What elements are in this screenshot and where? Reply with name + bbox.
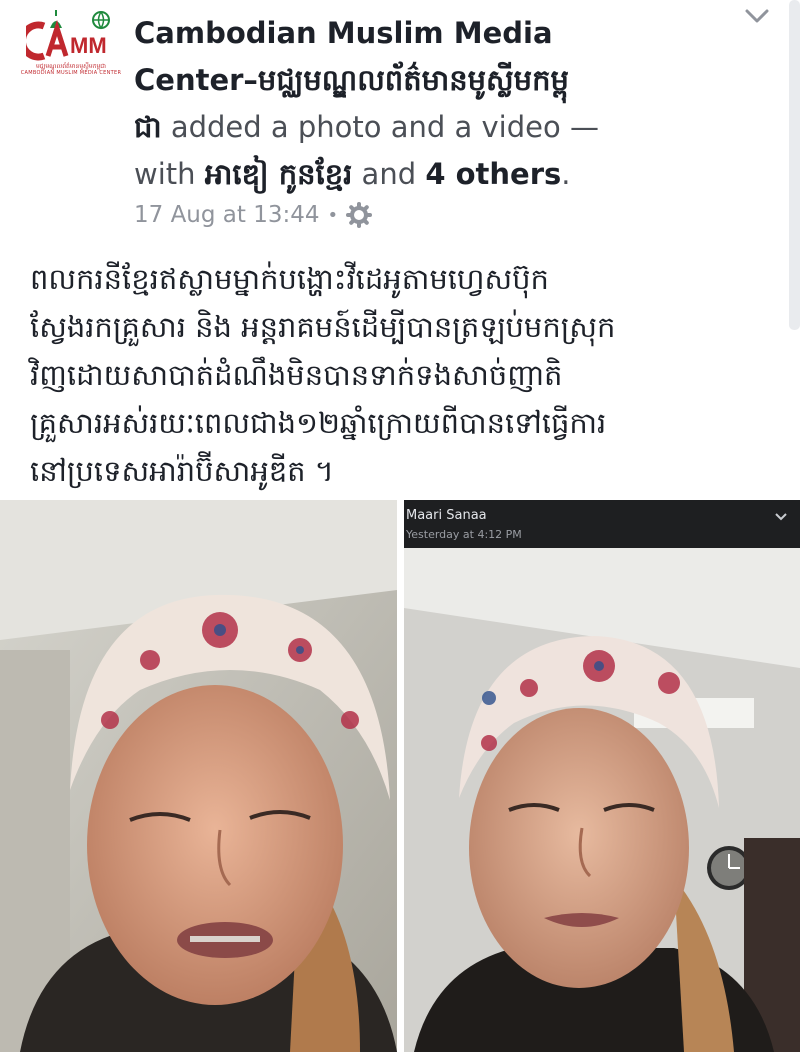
page-name-link-line2[interactable]: Center–មជ្ឈមណ្ឌលព័ត៌មានមូស្លីមកម្ពុ — [134, 57, 694, 104]
gear-icon[interactable] — [346, 202, 373, 228]
video-frame-image — [0, 500, 397, 1052]
post-action-text: added a photo and a video — — [161, 110, 599, 144]
svg-text:MM: MM — [70, 33, 107, 58]
photo-image — [404, 548, 800, 1052]
post-body-line: វិញដោយសាបាត់ដំណឹងមិនបានទាក់ទងសាច់ញាតិ — [30, 358, 563, 392]
chat-timestamp: Yesterday at 4:12 PM — [406, 528, 522, 541]
chevron-down-icon — [775, 513, 787, 521]
post-meta: 17 Aug at 13:44 • — [134, 199, 373, 231]
scrollbar[interactable] — [789, 0, 800, 330]
others-link[interactable]: 4 others — [425, 157, 561, 191]
post-body-line: នៅប្រទេសអារ៉ាប៊ីសាអូឌីត ។ — [30, 454, 334, 488]
page-avatar[interactable]: MM មជ្ឈមណ្ឌលព័ត៌មានមូស្លីមកម្ពុជា CAMBOD… — [21, 6, 121, 80]
post-body-text: ពលករនីខ្មែរឥស្លាមម្នាក់បង្ហោះវីដេអូតាមហ្… — [30, 255, 780, 495]
period: . — [561, 157, 571, 191]
post-body-line: ពលករនីខ្មែរឥស្លាមម្នាក់បង្ហោះវីដេអូតាមហ្… — [30, 262, 549, 296]
post-options-chevron-icon[interactable] — [744, 6, 770, 26]
post-video[interactable] — [0, 500, 397, 1052]
video-chat-header: Maari Sanaa Yesterday at 4:12 PM — [404, 500, 800, 548]
and-text: and — [352, 157, 426, 191]
logo-caption-khmer: មជ្ឈមណ្ឌលព័ត៌មានមូស្លីមកម្ពុជា — [35, 63, 107, 70]
post-header: Cambodian Muslim Media Center–មជ្ឈមណ្ឌលព… — [134, 10, 694, 198]
facebook-post: MM មជ្ឈមណ្ឌលព័ត៌មានមូស្លីមកម្ពុជា CAMBOD… — [0, 0, 800, 1052]
page-name-link-line3[interactable]: ជា — [134, 110, 162, 144]
tagged-person-link[interactable]: អាឌៀ កូនខ្មែរ — [205, 157, 353, 191]
with-text: with — [134, 157, 205, 191]
cmm-logo: MM — [26, 10, 110, 61]
page-name-link-line1[interactable]: Cambodian Muslim Media — [134, 10, 694, 57]
post-body-line: ស្វែងរកគ្រួសារ និង អន្តរាគមន៍ដើម្បីបានត្… — [30, 310, 616, 344]
meta-separator: • — [327, 204, 339, 226]
chat-contact-name: Maari Sanaa — [406, 508, 487, 523]
post-body-line: គ្រួសារអស់រយៈពេលជាង១២ឆ្នាំក្រោយពីបានទៅធ្… — [30, 406, 607, 440]
logo-caption-english: CAMBODIAN MUSLIM MEDIA CENTER — [20, 70, 122, 76]
post-photo[interactable]: Maari Sanaa Yesterday at 4:12 PM — [404, 500, 800, 1052]
post-timestamp[interactable]: 17 Aug at 13:44 — [134, 202, 320, 228]
